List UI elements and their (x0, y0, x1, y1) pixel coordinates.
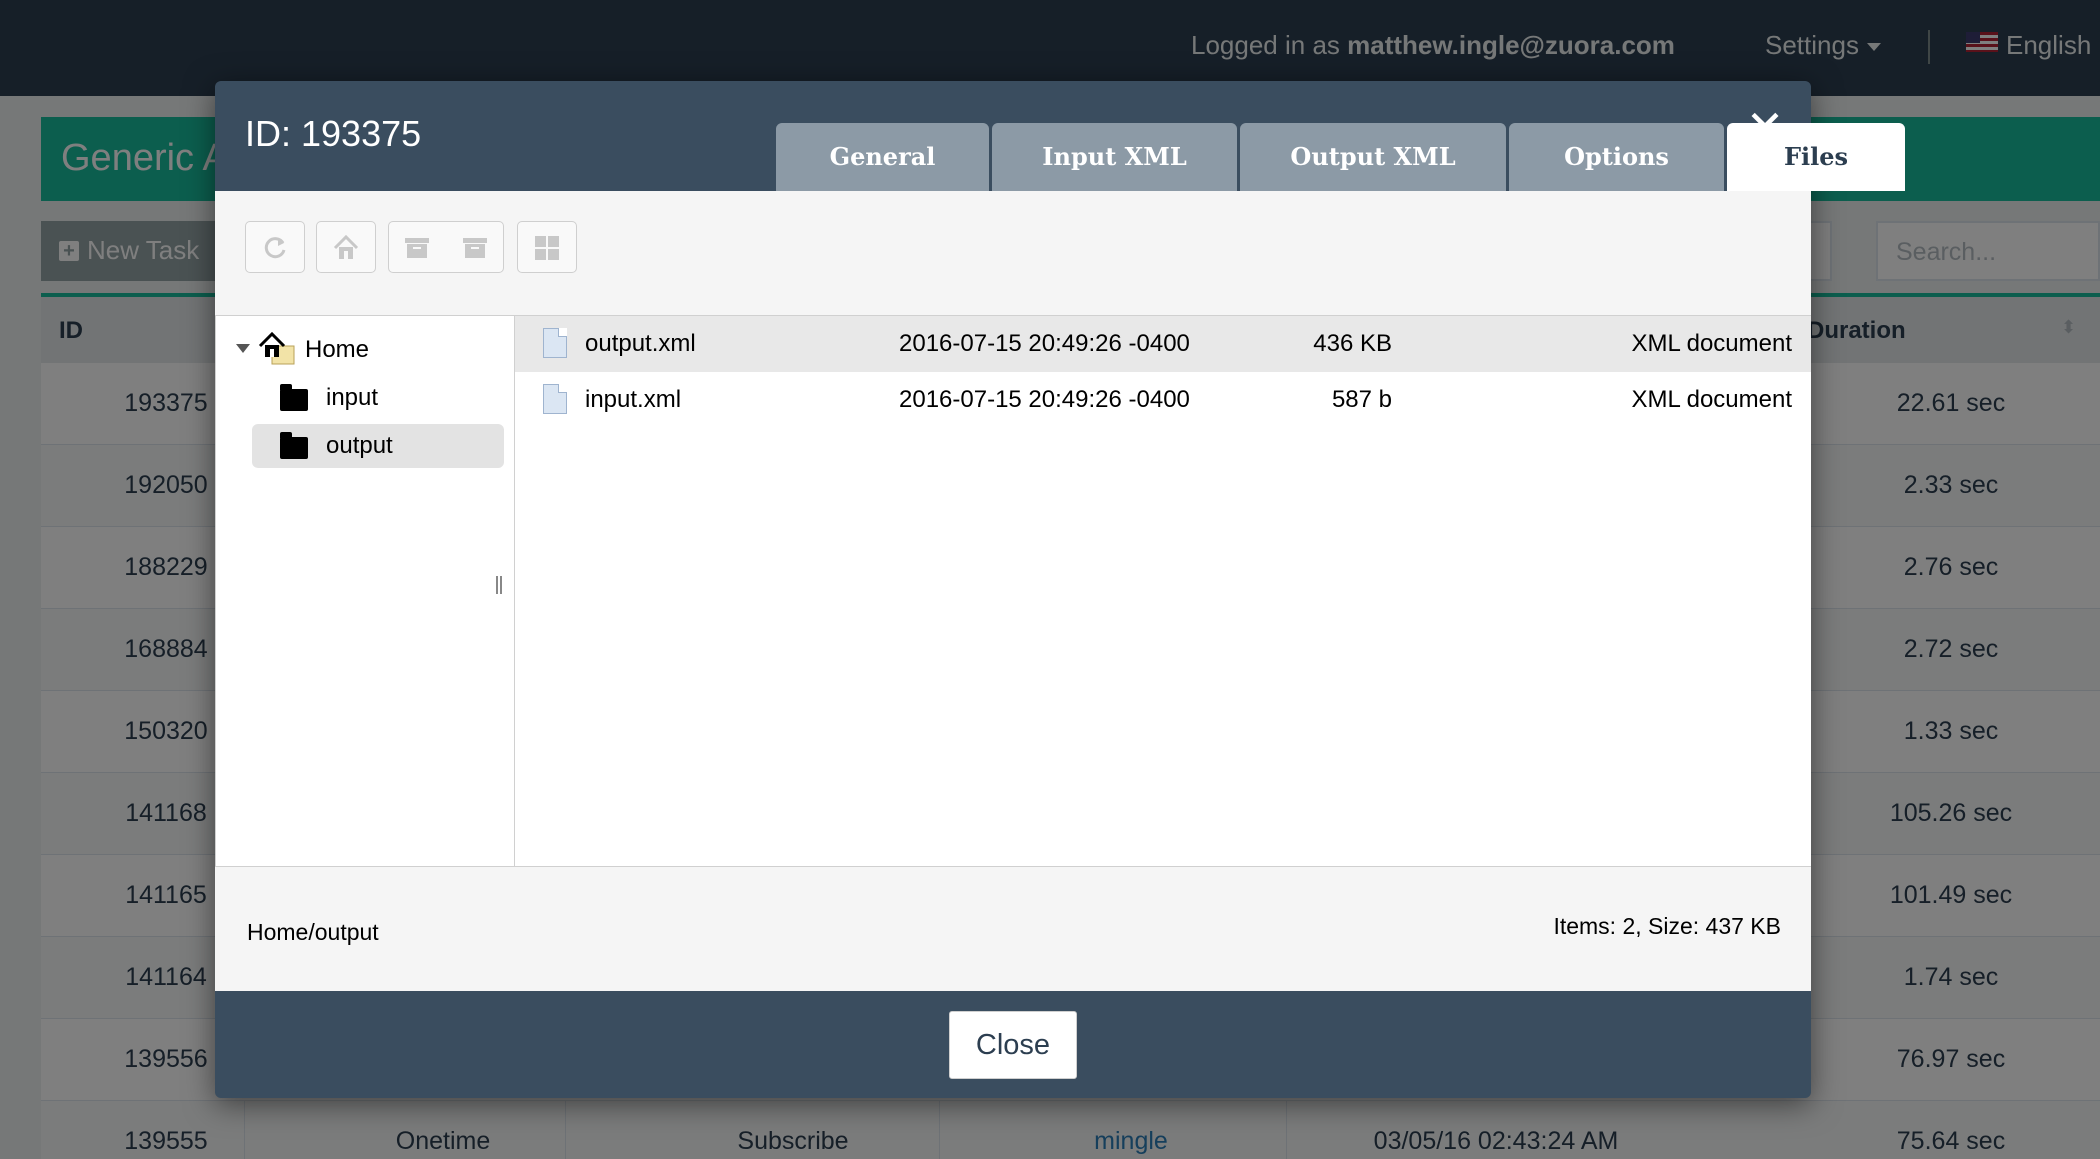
grid-icon (535, 236, 559, 260)
tree-node-input[interactable]: input (252, 376, 504, 420)
refresh-icon (264, 237, 286, 259)
refresh-button[interactable] (245, 221, 305, 273)
items-summary: Items: 2, Size: 437 KB (1553, 913, 1781, 939)
home-icon (333, 234, 359, 259)
archive-icon (463, 238, 487, 258)
tree-node-home[interactable]: Home (216, 326, 514, 370)
tab-options[interactable]: Options (1509, 123, 1724, 191)
expand-arrow-icon[interactable] (236, 344, 250, 353)
tree-node-label: input (326, 384, 379, 411)
file-list: output.xml 2016-07-15 20:49:26 -0400 436… (515, 315, 1811, 867)
folder-tree: Home input output (215, 315, 515, 867)
tree-node-label: output (326, 432, 393, 459)
archive-button-group[interactable] (388, 221, 504, 273)
file-date: 2016-07-15 20:49:26 -0400 (899, 330, 1190, 357)
close-icon[interactable]: ✕ (1745, 104, 1785, 150)
tab-input-xml[interactable]: Input XML (992, 123, 1237, 191)
file-size: 436 KB (1313, 330, 1392, 357)
file-size: 587 b (1331, 386, 1392, 413)
archive-icon (405, 238, 429, 258)
file-manager-statusbar: Home/output Items: 2, Size: 437 KB (215, 867, 1811, 991)
home-folder-icon (258, 331, 295, 365)
file-manager-toolbar (215, 191, 1811, 315)
file-type: XML document (1631, 386, 1792, 413)
file-date: 2016-07-15 20:49:26 -0400 (899, 386, 1190, 413)
current-path: Home/output (247, 919, 379, 945)
xml-file-icon (543, 384, 567, 414)
folder-icon (280, 384, 308, 411)
tab-general[interactable]: General (776, 123, 989, 191)
folder-icon (280, 432, 308, 459)
file-row[interactable]: output.xml 2016-07-15 20:49:26 -0400 436… (515, 316, 1811, 372)
close-button[interactable]: Close (949, 1011, 1077, 1079)
file-type: XML document (1631, 330, 1792, 357)
file-manager: Home input output output.xml 2016-07-15 … (215, 191, 1811, 991)
file-name: output.xml (585, 330, 696, 357)
xml-file-icon (543, 328, 567, 358)
home-button[interactable] (316, 221, 376, 273)
tree-node-label: Home (305, 336, 370, 363)
tab-output-xml[interactable]: Output XML (1240, 123, 1506, 191)
file-row[interactable]: input.xml 2016-07-15 20:49:26 -0400 587 … (515, 372, 1811, 428)
pane-resize-handle[interactable] (496, 576, 502, 594)
tree-node-output[interactable]: output (252, 424, 504, 468)
task-detail-modal: ID: 193375 General Input XML Output XML … (215, 81, 1905, 1098)
file-name: input.xml (585, 386, 682, 413)
modal-title: ID: 193375 (245, 113, 422, 154)
view-grid-button[interactable] (517, 221, 577, 273)
